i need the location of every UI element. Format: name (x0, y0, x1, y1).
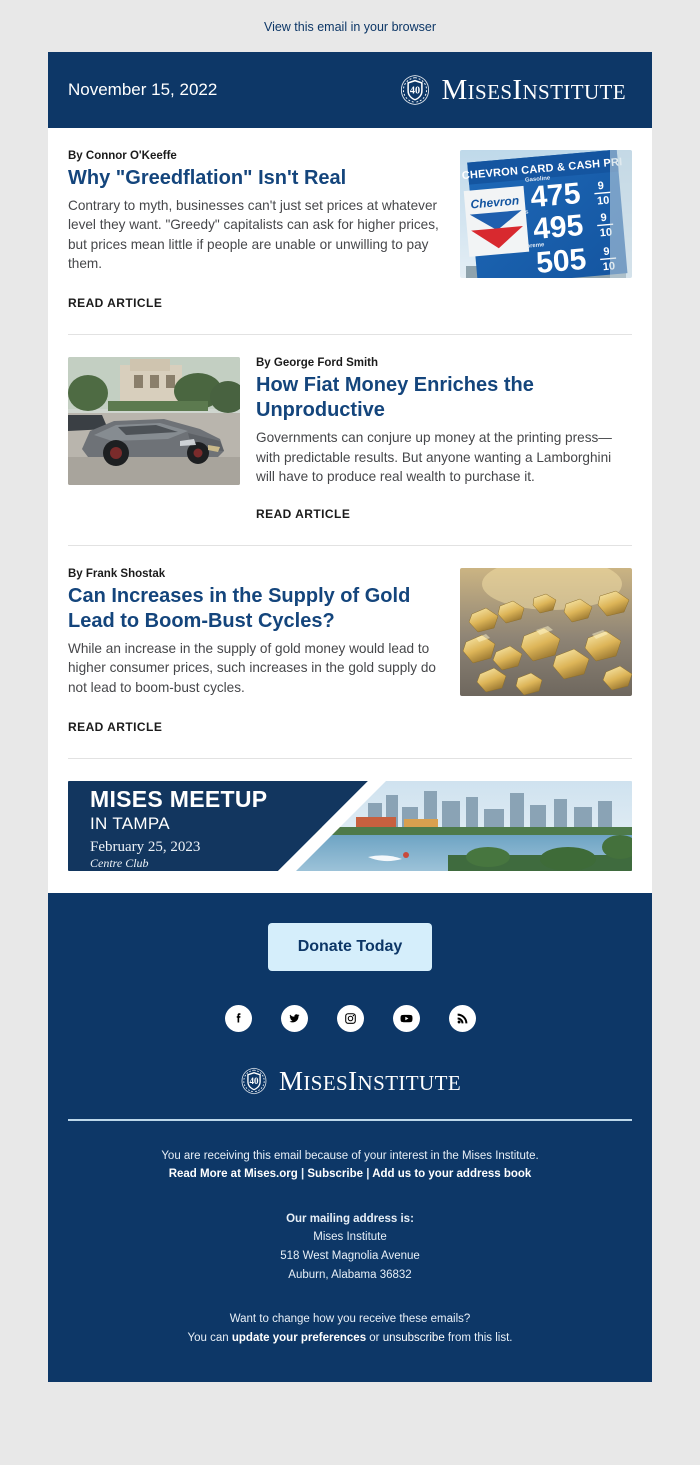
event-banner-wrap: MISES MEETUP IN TAMPA February 25, 2023 … (48, 759, 652, 875)
mises-meetup-tampa-banner[interactable]: MISES MEETUP IN TAMPA February 25, 2023 … (68, 780, 632, 871)
mailing-city: Auburn, Alabama 36832 (288, 1268, 412, 1281)
article-description: Contrary to myth, businesses can't just … (68, 197, 439, 272)
read-article-link[interactable]: READ ARTICLE (256, 507, 350, 521)
view-in-browser-link[interactable]: View this email in your browser (264, 20, 436, 34)
article-item: By Frank Shostak Can Increases in the Su… (48, 546, 652, 736)
email-body: By Connor O'Keeffe Why "Greedflation" Is… (48, 128, 652, 893)
article-byline: By George Ford Smith (256, 356, 379, 369)
read-article-link[interactable]: READ ARTICLE (68, 296, 162, 310)
logo-word-mises-rest: ISES (303, 1070, 349, 1095)
mises-seal-icon: 40 (401, 75, 430, 105)
article-description: Governments can conjure up money at the … (256, 430, 612, 485)
event-venue: Centre Club (90, 856, 149, 870)
interest-line: You are receiving this email because of … (161, 1149, 539, 1162)
logo-word-mises-rest: ISES (467, 79, 513, 104)
event-title: MISES MEETUP (90, 786, 267, 812)
preferences-question: Want to change how you receive these ema… (229, 1313, 471, 1326)
seal-badge-number: 40 (249, 1076, 259, 1086)
preferences-block: Want to change how you receive these ema… (68, 1310, 632, 1347)
article-headline[interactable]: Why "Greedflation" Isn't Real (68, 166, 444, 192)
prefs-prefix: You can (187, 1331, 232, 1344)
mailing-street: 518 West Magnolia Avenue (280, 1250, 420, 1263)
article-text-column: By George Ford Smith How Fiat Money Enri… (256, 357, 632, 523)
article-text-column: By Connor O'Keeffe Why "Greedflation" Is… (68, 150, 444, 312)
article-item: By Connor O'Keeffe Why "Greedflation" Is… (48, 128, 652, 312)
youtube-icon[interactable] (392, 1004, 420, 1032)
event-date: February 25, 2023 (90, 839, 200, 855)
article-item: By George Ford Smith How Fiat Money Enri… (48, 335, 652, 523)
preheader: View this email in your browser (0, 0, 700, 52)
twitter-icon[interactable] (280, 1004, 308, 1032)
instagram-icon[interactable] (336, 1004, 364, 1032)
article-headline[interactable]: Can Increases in the Supply of Gold Lead… (68, 584, 444, 635)
unsubscribe-link[interactable]: unsubscribe (383, 1332, 445, 1344)
article-thumbnail-lamborghini[interactable] (68, 356, 240, 485)
instagram-glyph (344, 1012, 356, 1024)
update-preferences-link[interactable]: update your preferences (232, 1332, 366, 1344)
svg-text:9: 9 (597, 180, 604, 192)
social-links (68, 1004, 632, 1032)
links-separator-2: | (363, 1168, 373, 1181)
svg-text:505: 505 (535, 243, 588, 278)
twitter-glyph (289, 1013, 299, 1022)
footer-links-line: Read More at Mises.org | Subscribe | Add… (68, 1165, 632, 1184)
logo-word-institute-cap: I (348, 1065, 358, 1096)
footer-divider (68, 1118, 632, 1121)
rss-glyph (457, 1013, 467, 1023)
rss-icon[interactable] (448, 1004, 476, 1032)
email-container: November 15, 2022 40 MISESINSTITUTE By C… (48, 52, 652, 1382)
prefs-mid: or (366, 1331, 383, 1344)
article-headline[interactable]: How Fiat Money Enriches the Unproductive (256, 373, 632, 424)
read-more-link[interactable]: Read More at Mises.org (169, 1168, 298, 1180)
email-footer: Donate Today 40 MISESINSTITUTE You are r… (48, 892, 652, 1382)
links-separator-1: | (297, 1168, 308, 1181)
prefs-suffix: from this list. (444, 1331, 513, 1344)
email-header: November 15, 2022 40 MISESINSTITUTE (48, 52, 652, 128)
footer-mises-logo[interactable]: 40 MISESINSTITUTE (68, 1066, 632, 1097)
logo-wordmark: MISESINSTITUTE (279, 1066, 461, 1097)
chevron-gas-price-sign-image: CHEVRON CARD & CASH PRI Gasoline 475 9 1… (460, 150, 632, 278)
mailing-org: Mises Institute (313, 1231, 387, 1244)
facebook-glyph (236, 1012, 240, 1023)
article-text-column: By Frank Shostak Can Increases in the Su… (68, 568, 444, 736)
issue-date: November 15, 2022 (68, 80, 218, 99)
footer-interest-block: You are receiving this email because of … (68, 1147, 632, 1184)
event-subtitle: IN TAMPA (90, 814, 170, 833)
mailing-address-block: Our mailing address is: Mises Institute … (68, 1210, 632, 1285)
svg-text:9: 9 (603, 246, 610, 258)
logo-word-institute-rest: NSTITUTE (357, 1070, 462, 1095)
article-description: While an increase in the supply of gold … (68, 640, 436, 696)
read-article-link[interactable]: READ ARTICLE (68, 720, 162, 734)
logo-word-mises-cap: M (441, 73, 468, 106)
seal-badge-number: 40 (410, 86, 420, 97)
svg-text:9: 9 (600, 212, 607, 224)
donate-today-button[interactable]: Donate Today (267, 922, 433, 971)
logo-word-institute-cap: I (512, 73, 523, 106)
logo-word-mises-cap: M (278, 1065, 304, 1096)
mailing-heading: Our mailing address is: (286, 1212, 414, 1225)
mises-seal-icon: 40 (241, 1067, 267, 1095)
logo-word-institute-rest: NSTITUTE (522, 79, 626, 104)
article-byline: By Connor O'Keeffe (68, 150, 177, 162)
article-byline: By Frank Shostak (68, 567, 166, 580)
svg-text:10: 10 (597, 194, 610, 207)
subscribe-link[interactable]: Subscribe (307, 1168, 363, 1180)
article-thumbnail-gas-sign[interactable]: CHEVRON CARD & CASH PRI Gasoline 475 9 1… (460, 150, 632, 278)
article-thumbnail-gold[interactable] (460, 567, 632, 696)
youtube-glyph (400, 1014, 412, 1022)
gold-nuggets-image (460, 567, 632, 696)
address-book-link[interactable]: Add us to your address book (372, 1168, 531, 1180)
svg-text:495: 495 (532, 209, 585, 246)
mises-institute-logo[interactable]: 40 MISESINSTITUTE (398, 73, 626, 107)
grey-lamborghini-image (68, 356, 240, 485)
facebook-icon[interactable] (224, 1004, 252, 1032)
logo-wordmark: MISESINSTITUTE (441, 74, 626, 107)
preferences-line: You can update your preferences or unsub… (68, 1329, 632, 1348)
